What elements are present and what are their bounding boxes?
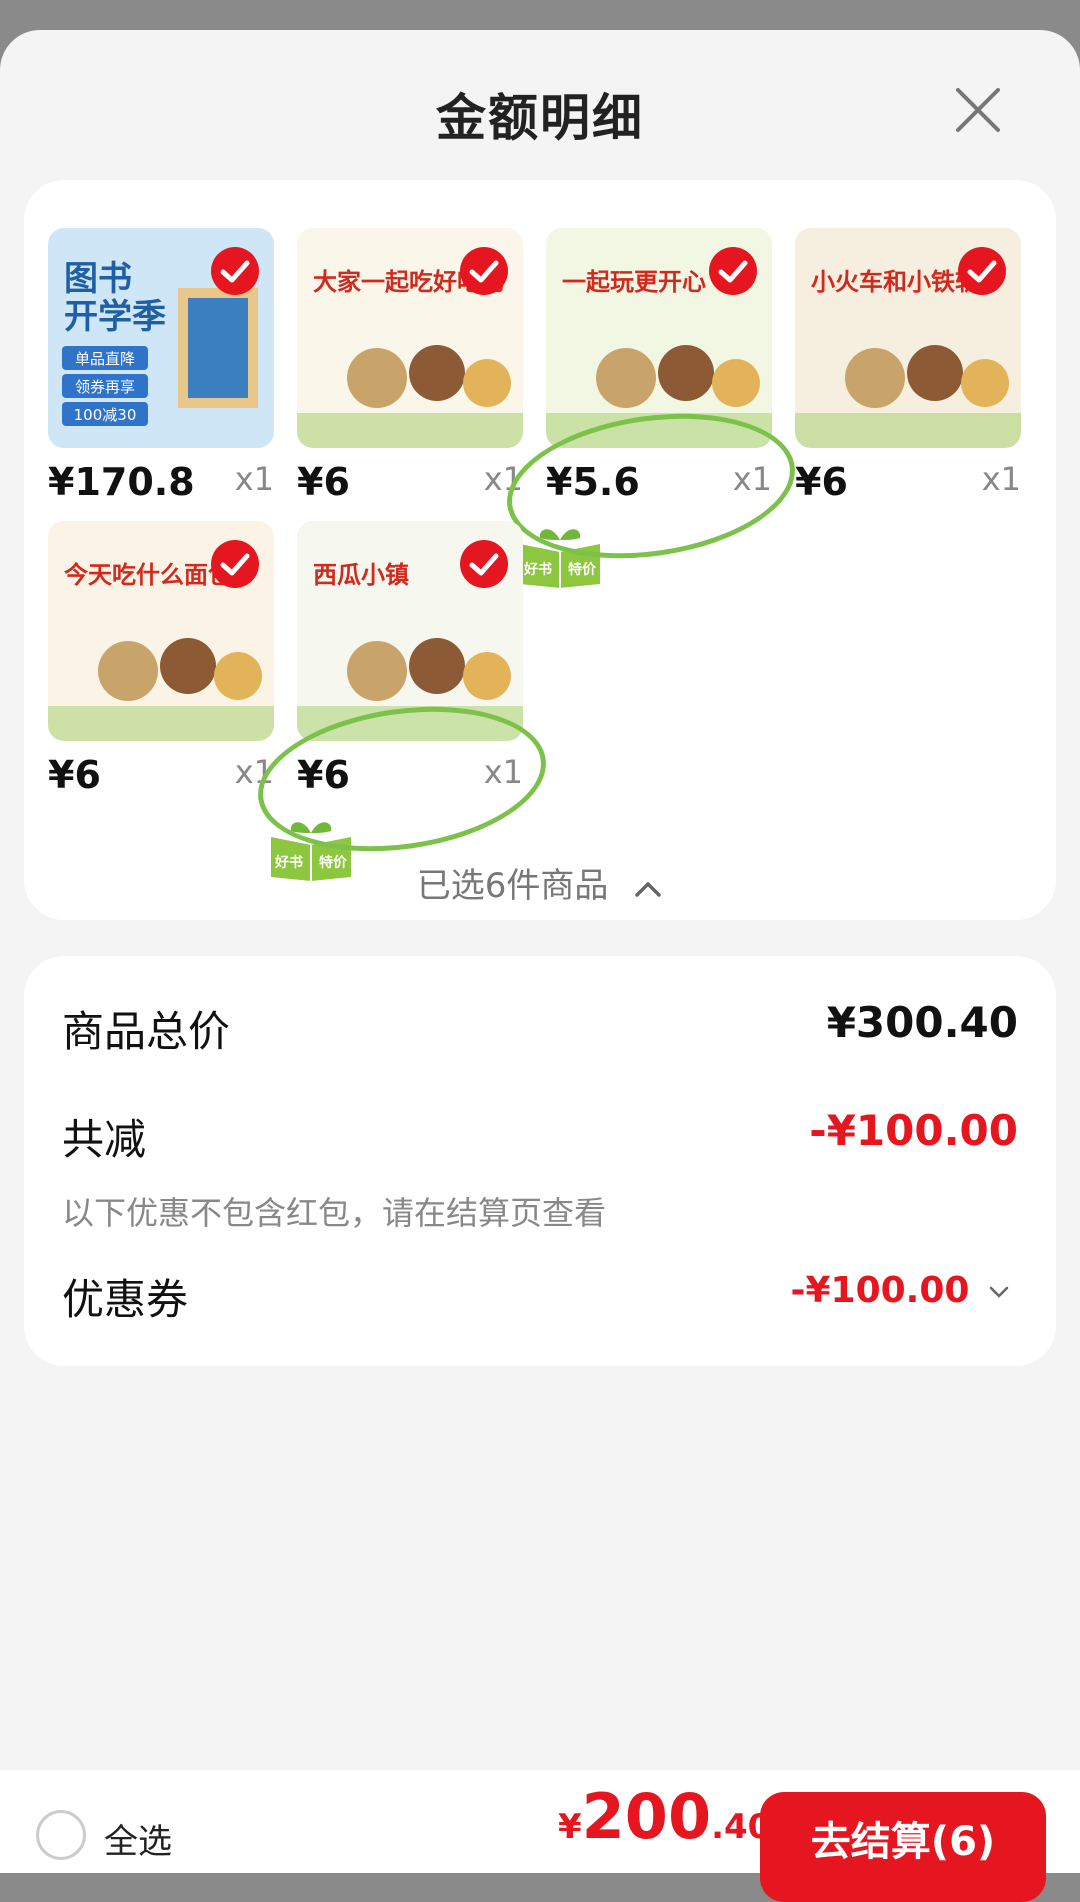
sheet-header: 金额明细 — [0, 30, 1080, 180]
svg-text:开学季: 开学季 — [64, 297, 166, 337]
checked-icon[interactable] — [459, 539, 509, 589]
selected-toggle[interactable]: 已选6件商品 — [24, 858, 1056, 908]
item-quantity: x1 — [234, 460, 274, 498]
svg-text:今天吃什么面包: 今天吃什么面包 — [64, 561, 232, 589]
price-summary-card: 商品总价 ¥300.40 共减 -¥100.00 以下优惠不包含红包，请在结算页… — [24, 956, 1056, 1366]
total-price-label: 商品总价 — [62, 1007, 231, 1056]
cart-item[interactable]: 一起玩更开心 ¥5.6 x1 好书 特价 — [497, 228, 805, 588]
svg-text:一起玩更开心: 一起玩更开心 — [562, 268, 706, 296]
checked-icon[interactable] — [708, 246, 758, 296]
item-price: ¥170.8 — [48, 460, 195, 504]
item-thumbnail[interactable]: 今天吃什么面包 — [48, 521, 274, 741]
item-price: ¥6 — [297, 460, 350, 504]
checked-icon[interactable] — [210, 539, 260, 589]
coupon-value-text: -¥100.00 — [790, 1270, 970, 1311]
sheet-title: 金额明细 — [436, 89, 644, 147]
coupon-label: 优惠券 — [62, 1275, 189, 1324]
svg-text:领券再享: 领券再享 — [75, 378, 135, 396]
amount-detail-sheet: 金额明细 图书 开学季 单品直降 领券再享 100减30 ¥170.8 x1 大… — [0, 30, 1080, 1873]
checkout-total-integer: 200 — [581, 1780, 712, 1853]
checkout-total: ¥200.40 — [558, 1780, 771, 1853]
select-all-label[interactable]: 全选 — [104, 1814, 172, 1863]
item-quantity: x1 — [981, 460, 1021, 498]
close-button[interactable] — [946, 78, 1010, 142]
svg-text:单品直降: 单品直降 — [75, 350, 135, 368]
item-thumbnail[interactable]: 小火车和小铁轨 — [795, 228, 1021, 448]
svg-text:西瓜小镇: 西瓜小镇 — [313, 561, 409, 589]
svg-text:图书: 图书 — [64, 259, 132, 299]
item-price: ¥6 — [795, 460, 848, 504]
svg-text:特价: 特价 — [568, 561, 597, 578]
cart-item[interactable]: 图书 开学季 单品直降领券再享 100减30 ¥170.8 x1 — [48, 228, 274, 504]
close-icon — [956, 88, 1000, 132]
cart-item[interactable]: 大家一起吃好吃的 ¥6 x1 — [297, 228, 523, 504]
item-thumbnail[interactable]: 图书 开学季 单品直降领券再享 100减30 — [48, 228, 274, 448]
item-price: ¥6 — [48, 753, 101, 797]
cart-item[interactable]: 今天吃什么面包 ¥6 x1 — [48, 521, 274, 797]
selected-count-label: 已选6件商品 — [416, 866, 609, 906]
discount-label: 共减 — [62, 1115, 147, 1164]
selected-items-card: 图书 开学季 单品直降领券再享 100减30 ¥170.8 x1 大家一起吃好吃的 … — [24, 180, 1056, 920]
checked-icon[interactable] — [957, 246, 1007, 296]
cart-item[interactable]: 小火车和小铁轨 ¥6 x1 — [795, 228, 1021, 504]
checked-icon[interactable] — [459, 246, 509, 296]
item-thumbnail[interactable]: 大家一起吃好吃的 — [297, 228, 523, 448]
svg-text:小火车和小铁轨: 小火车和小铁轨 — [811, 268, 979, 296]
total-price-value: ¥300.40 — [826, 998, 1018, 1047]
discount-value: -¥100.00 — [809, 1106, 1018, 1155]
discount-row: 共减 -¥100.00 — [62, 1106, 1018, 1166]
checkout-currency: ¥ — [558, 1807, 582, 1847]
chevron-down-icon — [989, 1286, 1009, 1298]
discount-note: 以下优惠不包含红包，请在结算页查看 — [62, 1194, 607, 1232]
svg-text:好书: 好书 — [523, 561, 552, 578]
checkout-button[interactable]: 去结算(6) — [760, 1792, 1046, 1902]
checkout-bar: 全选 ¥200.40 去结算(6) — [0, 1770, 1080, 1902]
total-price-row: 商品总价 ¥300.40 — [62, 998, 1018, 1058]
cart-item[interactable]: 西瓜小镇 ¥6 x1 好书 特价 — [248, 521, 556, 881]
coupon-value[interactable]: -¥100.00 — [791, 1270, 1010, 1311]
select-all-radio[interactable] — [36, 1810, 86, 1860]
chevron-up-icon — [633, 868, 663, 908]
checked-icon[interactable] — [210, 246, 260, 296]
svg-text:100减30: 100减30 — [74, 406, 137, 424]
